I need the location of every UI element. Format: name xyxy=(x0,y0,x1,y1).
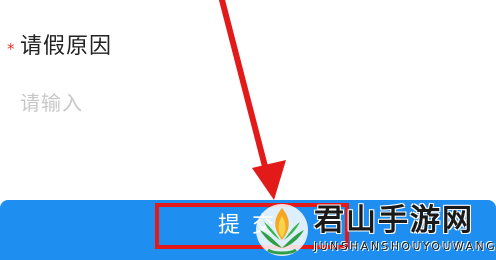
reason-label: 请假原因 xyxy=(20,34,113,59)
reason-input[interactable] xyxy=(20,86,460,120)
leave-request-form: * 请假原因 提交 君山手游网 JUNSHANSHOUYOUWANG xyxy=(0,0,496,260)
submit-button[interactable]: 提交 xyxy=(155,203,349,249)
required-mark: * xyxy=(7,40,15,58)
reason-field-row: * 请假原因 xyxy=(0,30,496,66)
